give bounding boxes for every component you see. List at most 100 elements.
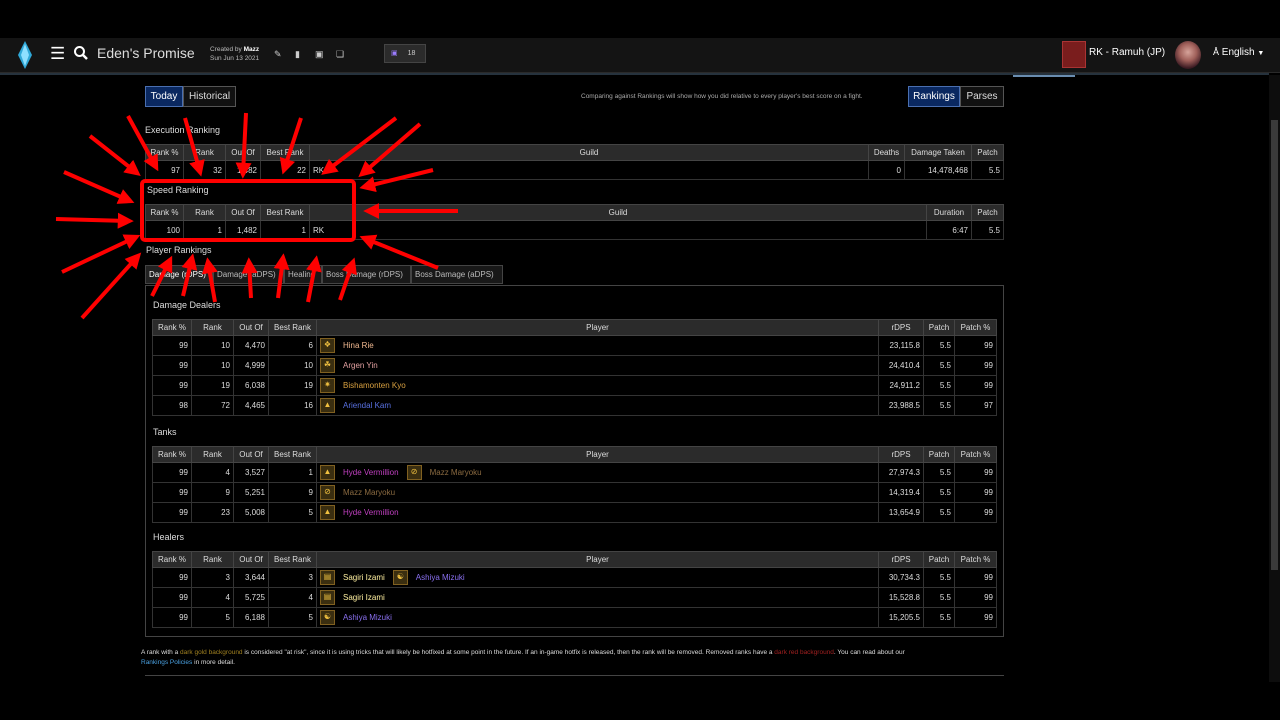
parses-button[interactable]: Parses: [960, 86, 1004, 107]
th-best-rank[interactable]: Best Rank: [268, 551, 317, 568]
out-of: 4,470: [233, 335, 269, 356]
player-name[interactable]: Mazz Maryoku: [343, 488, 395, 497]
th-player[interactable]: Player: [316, 319, 879, 336]
th-rank-pct[interactable]: Rank %: [152, 551, 192, 568]
patch: 5.5: [923, 607, 955, 628]
patch: 5.5: [923, 587, 955, 608]
hamburger-icon[interactable]: ☰: [50, 45, 65, 62]
player-name[interactable]: Hina Rie: [343, 341, 374, 350]
twitch-button[interactable]: ▣ 18: [384, 44, 426, 63]
tab-healing[interactable]: Healing: [284, 265, 322, 284]
th-rank[interactable]: Rank: [191, 551, 234, 568]
guild-selector[interactable]: RK - Ramuh (JP): [1089, 47, 1165, 58]
out-of: 3,644: [233, 567, 269, 588]
th-player[interactable]: Player: [316, 446, 879, 463]
player-name[interactable]: Sagiri Izami: [343, 593, 385, 602]
best-rank: 5: [268, 502, 317, 523]
tab-damage-adps[interactable]: Damage (aDPS): [213, 265, 284, 284]
th-best-rank[interactable]: Best Rank: [268, 319, 317, 336]
th-player[interactable]: Player: [316, 551, 879, 568]
speed-ranking-title: Speed Ranking: [147, 185, 209, 195]
tab-damage-rdps[interactable]: Damage (rDPS): [145, 265, 213, 284]
th-rank-pct[interactable]: Rank %: [152, 446, 192, 463]
player-name[interactable]: Hyde Vermillion: [343, 468, 399, 477]
best-rank: 3: [268, 567, 317, 588]
guild-name[interactable]: RK: [309, 160, 869, 180]
th-patch[interactable]: Patch: [971, 144, 1004, 161]
th-best-rank[interactable]: Best Rank: [260, 144, 310, 161]
th-out-of[interactable]: Out Of: [225, 144, 261, 161]
th-patch-pct[interactable]: Patch %: [954, 319, 997, 336]
rdps: 13,654.9: [878, 502, 924, 523]
rdps: 24,410.4: [878, 355, 924, 376]
th-rank-pct[interactable]: Rank %: [145, 204, 184, 221]
speed-table: Rank % Rank Out Of Best Rank Guild Durat…: [145, 204, 1004, 240]
created-by-prefix: Created by: [210, 46, 242, 53]
trash-icon[interactable]: ▮: [295, 49, 300, 60]
th-rdps[interactable]: rDPS: [878, 446, 924, 463]
th-best-rank[interactable]: Best Rank: [268, 446, 317, 463]
th-guild[interactable]: Guild: [309, 204, 927, 221]
th-deaths[interactable]: Deaths: [868, 144, 905, 161]
player-name[interactable]: Ariendal Kam: [343, 401, 391, 410]
scrollbar-thumb[interactable]: [1271, 120, 1278, 570]
search-icon[interactable]: [73, 45, 89, 61]
tab-boss-damage-rdps[interactable]: Boss Damage (rDPS): [322, 265, 411, 284]
th-rank[interactable]: Rank: [191, 446, 234, 463]
rankings-policies-link[interactable]: Rankings Policies: [141, 659, 192, 666]
zone-title[interactable]: Eden's Promise: [97, 45, 195, 61]
rank: 72: [191, 395, 234, 416]
th-best-rank[interactable]: Best Rank: [260, 204, 310, 221]
crystal-logo-icon[interactable]: [16, 41, 34, 69]
th-out-of[interactable]: Out Of: [225, 204, 261, 221]
footnote-gold: dark gold background: [180, 649, 243, 656]
player-name[interactable]: Bishamonten Kyo: [343, 381, 406, 390]
th-out-of[interactable]: Out Of: [233, 446, 269, 463]
th-patch-pct[interactable]: Patch %: [954, 446, 997, 463]
patch: 5.5: [923, 502, 955, 523]
guild-flag-icon[interactable]: [1062, 41, 1086, 68]
player-name[interactable]: Ashiya Mizuki: [343, 613, 392, 622]
th-rdps[interactable]: rDPS: [878, 551, 924, 568]
copy-icon[interactable]: ❏: [336, 49, 344, 60]
astrologian-job-icon: ☯: [320, 610, 335, 625]
patch: 5.5: [923, 395, 955, 416]
th-damage-taken[interactable]: Damage Taken: [904, 144, 972, 161]
partner-name[interactable]: Mazz Maryoku: [430, 468, 482, 477]
th-rank-pct[interactable]: Rank %: [145, 144, 184, 161]
language-selector[interactable]: Å English ▼: [1213, 47, 1264, 58]
th-out-of[interactable]: Out Of: [233, 319, 269, 336]
historical-button[interactable]: Historical: [183, 86, 236, 107]
player-name[interactable]: Sagiri Izami: [343, 573, 385, 582]
guild-name[interactable]: RK: [309, 220, 927, 240]
lock-icon[interactable]: ▣: [315, 49, 324, 60]
player-name[interactable]: Argen Yin: [343, 361, 378, 370]
player-cell: ▲ Hyde Vermillion: [316, 502, 879, 523]
th-patch[interactable]: Patch: [923, 446, 955, 463]
today-button[interactable]: Today: [145, 86, 183, 107]
th-rank[interactable]: Rank: [183, 144, 226, 161]
monk-job-icon: ✷: [320, 378, 335, 393]
th-patch[interactable]: Patch: [971, 204, 1004, 221]
th-out-of[interactable]: Out Of: [233, 551, 269, 568]
rankings-button[interactable]: Rankings: [908, 86, 960, 107]
th-rank[interactable]: Rank: [183, 204, 226, 221]
th-rank-pct[interactable]: Rank %: [152, 319, 192, 336]
created-by: Created by Mazz Sun Jun 13 2021: [210, 45, 259, 63]
th-guild[interactable]: Guild: [309, 144, 869, 161]
tab-boss-damage-adps[interactable]: Boss Damage (aDPS): [411, 265, 503, 284]
th-patch[interactable]: Patch: [923, 551, 955, 568]
player-name[interactable]: Hyde Vermillion: [343, 508, 399, 517]
th-duration[interactable]: Duration: [926, 204, 972, 221]
th-rdps[interactable]: rDPS: [878, 319, 924, 336]
th-patch-pct[interactable]: Patch %: [954, 551, 997, 568]
created-by-name[interactable]: Mazz: [244, 46, 260, 53]
th-rank[interactable]: Rank: [191, 319, 234, 336]
patch: 5.5: [923, 482, 955, 503]
partner-name[interactable]: Ashiya Mizuki: [416, 573, 465, 582]
avatar[interactable]: [1175, 41, 1201, 69]
th-patch[interactable]: Patch: [923, 319, 955, 336]
pencil-icon[interactable]: ✎: [274, 49, 282, 60]
scholar-job-icon: ▤: [320, 570, 335, 585]
table-row: 98 72 4,465 16 ▲ Ariendal Kam 23,988.5 5.…: [152, 395, 997, 416]
